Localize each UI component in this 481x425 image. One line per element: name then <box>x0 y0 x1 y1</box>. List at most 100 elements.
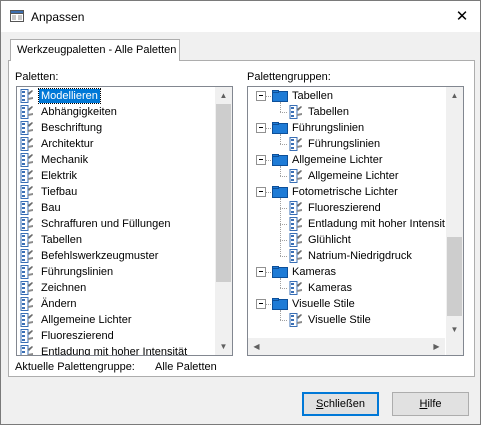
tree-connector <box>280 320 287 321</box>
palette-list-item[interactable]: Beschriftung <box>18 120 213 136</box>
window-title: Anpassen <box>31 10 85 24</box>
tree-palette-item[interactable]: Natrium-Niedrigdruck <box>248 248 445 264</box>
tree-connector <box>280 310 281 320</box>
tree-connector <box>266 96 271 97</box>
palette-group-folder-icon <box>272 122 288 134</box>
palette-list-item[interactable]: Tiefbau <box>18 184 213 200</box>
scroll-right-arrow-icon[interactable]: ▶ <box>428 338 445 355</box>
tree-group-item[interactable]: Allgemeine Lichter <box>248 152 445 168</box>
palette-list-item-label: Beschriftung <box>41 122 103 134</box>
palette-list-item-label: Entladung mit hoher Intensität <box>41 346 188 355</box>
tree-vertical-scrollbar[interactable]: ▲ ▼ <box>446 87 463 338</box>
palette-list-item[interactable]: Architektur <box>18 136 213 152</box>
palette-list-item-label: Abhängigkeiten <box>41 106 117 118</box>
tree-group-label: Tabellen <box>292 90 333 102</box>
palette-list-item-label: Architektur <box>41 138 94 150</box>
tool-palette-icon <box>289 281 302 295</box>
palette-group-folder-icon <box>272 298 288 310</box>
palette-list-item-label: Fluoreszierend <box>41 330 114 342</box>
tree-connector <box>280 256 287 257</box>
tree-group-item[interactable]: Fotometrische Lichter <box>248 184 445 200</box>
tool-palette-icon <box>20 153 33 167</box>
palette-list-item[interactable]: Zeichnen <box>18 280 213 296</box>
tree-connector <box>280 224 287 225</box>
tree-palette-item[interactable]: Visuelle Stile <box>248 312 445 328</box>
palette-list-item[interactable]: Mechanik <box>18 152 213 168</box>
palette-list-item[interactable]: Führungslinien <box>18 264 213 280</box>
tab-label: Werkzeugpaletten - Alle Paletten <box>17 44 177 56</box>
tree-connector <box>280 198 281 256</box>
tree-palette-item[interactable]: Führungslinien <box>248 136 445 152</box>
tree-palette-item[interactable]: Tabellen <box>248 104 445 120</box>
current-group-label: Aktuelle Palettengruppe: <box>15 361 135 373</box>
tree-palette-item[interactable]: Allgemeine Lichter <box>248 168 445 184</box>
scroll-thumb[interactable] <box>216 104 231 282</box>
tree-connector <box>280 278 281 288</box>
tool-palette-icon <box>289 105 302 119</box>
help-button[interactable]: Hilfe <box>392 392 469 416</box>
tree-connector <box>280 102 281 112</box>
palette-groups-tree-items: Tabellen Tabellen Führungslinien Führungsli… <box>248 87 445 337</box>
tree-connector <box>280 166 281 176</box>
tree-palette-item[interactable]: Fluoreszierend <box>248 200 445 216</box>
tool-palette-icon <box>20 105 33 119</box>
tree-group-item[interactable]: Visuelle Stile <box>248 296 445 312</box>
scroll-down-arrow-icon[interactable]: ▼ <box>215 338 232 355</box>
tree-connector <box>280 176 287 177</box>
tree-connector <box>266 272 271 273</box>
tree-palette-item[interactable]: Kameras <box>248 280 445 296</box>
palettes-list[interactable]: Modellieren Abhängigkeiten Beschriftung Arc… <box>16 86 233 356</box>
tree-palette-item[interactable]: Glühlicht <box>248 232 445 248</box>
palette-list-item[interactable]: Allgemeine Lichter <box>18 312 213 328</box>
palette-groups-tree[interactable]: Tabellen Tabellen Führungslinien Führungsli… <box>247 86 464 356</box>
palette-list-item-label: Elektrik <box>41 170 78 182</box>
palette-list-item[interactable]: Entladung mit hoher Intensität <box>18 344 213 355</box>
collapse-toggle-icon[interactable] <box>256 155 266 165</box>
collapse-toggle-icon[interactable] <box>256 123 266 133</box>
palettes-label: Paletten: <box>15 71 59 83</box>
palette-list-item[interactable]: Tabellen <box>18 232 213 248</box>
palette-list-item[interactable]: Ändern <box>18 296 213 312</box>
tree-group-item[interactable]: Führungslinien <box>248 120 445 136</box>
tree-connector <box>280 134 281 144</box>
scroll-up-arrow-icon[interactable]: ▲ <box>215 87 232 104</box>
palette-list-item[interactable]: Modellieren <box>18 88 213 104</box>
tool-palette-icon <box>20 169 33 183</box>
palette-group-folder-icon <box>272 90 288 102</box>
tool-palette-icon <box>20 137 33 151</box>
palettes-list-scrollbar[interactable]: ▲ ▼ <box>215 87 232 355</box>
tree-group-item[interactable]: Tabellen <box>248 88 445 104</box>
close-icon[interactable]: ✕ <box>452 7 472 27</box>
palette-list-item[interactable]: Befehlswerkzeugmuster <box>18 248 213 264</box>
scroll-down-arrow-icon[interactable]: ▼ <box>446 321 463 338</box>
collapse-toggle-icon[interactable] <box>256 299 266 309</box>
scroll-thumb[interactable] <box>447 237 462 316</box>
tree-horizontal-scrollbar[interactable]: ◀ ▶ <box>248 338 445 355</box>
palette-list-item-label: Tiefbau <box>41 186 78 198</box>
palette-list-item[interactable]: Bau <box>18 200 213 216</box>
palette-list-item[interactable]: Schraffuren und Füllungen <box>18 216 213 232</box>
tool-palette-icon <box>20 297 33 311</box>
tool-palette-icon <box>20 313 33 327</box>
palette-list-item-label: Zeichnen <box>41 282 87 294</box>
customize-app-icon <box>10 10 24 22</box>
palette-list-item[interactable]: Fluoreszierend <box>18 328 213 344</box>
palette-list-item[interactable]: Elektrik <box>18 168 213 184</box>
tree-palette-label: Fluoreszierend <box>308 202 381 214</box>
close-button[interactable]: Schließen <box>302 392 379 416</box>
scroll-up-arrow-icon[interactable]: ▲ <box>446 87 463 104</box>
palette-list-item-label: Mechanik <box>41 154 89 166</box>
tree-connector <box>266 192 271 193</box>
tree-palette-label: Glühlicht <box>308 234 351 246</box>
palette-list-item-label: Führungslinien <box>41 266 114 278</box>
collapse-toggle-icon[interactable] <box>256 91 266 101</box>
collapse-toggle-icon[interactable] <box>256 267 266 277</box>
tab-tool-palettes[interactable]: Werkzeugpaletten - Alle Paletten <box>10 39 180 61</box>
tree-palette-item[interactable]: Entladung mit hoher Intensität <box>248 216 445 232</box>
tree-group-label: Führungslinien <box>292 122 365 134</box>
palette-list-item[interactable]: Abhängigkeiten <box>18 104 213 120</box>
tool-palette-icon <box>289 217 302 231</box>
scroll-left-arrow-icon[interactable]: ◀ <box>248 338 265 355</box>
collapse-toggle-icon[interactable] <box>256 187 266 197</box>
tree-group-item[interactable]: Kameras <box>248 264 445 280</box>
